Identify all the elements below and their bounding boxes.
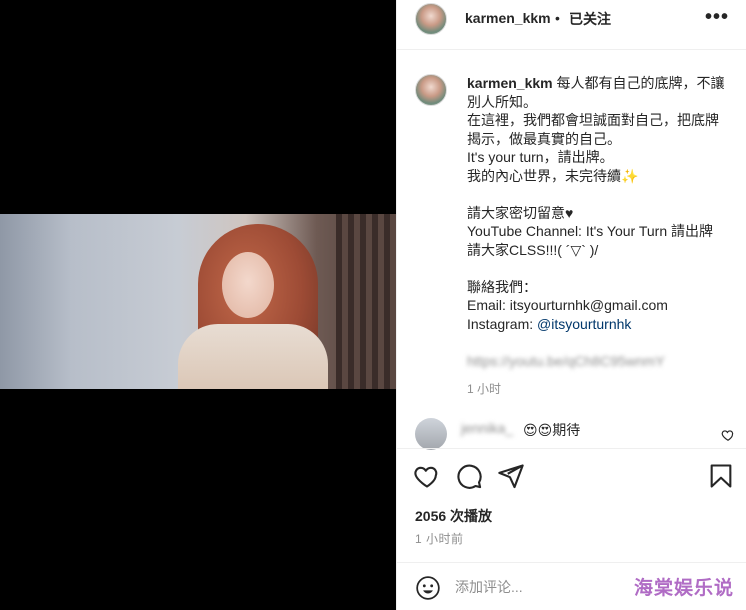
post-header: karmen_kkm • 已关注 •••: [397, 0, 746, 50]
caption-line: YouTube Channel: It's Your Turn 請出牌: [467, 223, 714, 239]
commenter-avatar[interactable]: [415, 418, 447, 450]
post-media[interactable]: [0, 0, 396, 610]
caption-text: karmen_kkm 每人都有自己的底牌，不讓 別人所知。 在這裡，我們都會坦誠…: [467, 74, 737, 399]
instagram-label: Instagram:: [467, 315, 538, 332]
comment-text: 😍😍期待: [523, 422, 581, 438]
caption-gap: [467, 185, 737, 204]
more-options-icon[interactable]: •••: [705, 6, 729, 29]
bookmark-icon[interactable]: [707, 462, 735, 490]
caption-line: 每人都有自己的底牌，不讓: [556, 75, 725, 91]
watermark: 海棠娱乐说: [633, 578, 734, 599]
portrait-body: [178, 324, 328, 389]
caption-line: 我的內心世界，未完待續✨: [467, 167, 639, 184]
commenter-username[interactable]: jennika_: [461, 420, 513, 436]
comment-input[interactable]: [455, 575, 635, 599]
separator-dot: •: [555, 10, 560, 26]
caption-line: 別人所知。: [467, 93, 537, 110]
emoji-icon[interactable]: [415, 575, 441, 601]
heart-icon[interactable]: [413, 462, 441, 490]
blurred-youtube-link[interactable]: https://youtu.be/qCh8C95wnmY: [467, 352, 737, 371]
background-wall: [336, 214, 396, 389]
action-bar: [397, 448, 746, 500]
caption-username[interactable]: karmen_kkm: [467, 75, 553, 91]
caption-time[interactable]: 1 小时: [467, 380, 737, 399]
caption-avatar[interactable]: [415, 74, 447, 106]
caption-line: 請大家CLSS!!!( ´▽` )/: [467, 241, 599, 258]
caption-gap: [467, 333, 737, 352]
caption-line: Email: itsyourturnhk@gmail.com: [467, 297, 668, 313]
portrait-face: [222, 252, 274, 318]
header-username[interactable]: karmen_kkm: [465, 10, 551, 26]
caption-line: 在這裡，我們都會坦誠面對自己，把底牌: [467, 112, 719, 128]
avatar[interactable]: [415, 3, 447, 35]
caption-line: 請大家密切留意♥: [467, 204, 574, 221]
follow-status-button[interactable]: 已关注: [569, 9, 611, 29]
comment-row: jennika_ 😍😍期待: [397, 412, 746, 450]
instagram-mention-link[interactable]: @itsyourturnhk: [537, 316, 631, 332]
share-icon[interactable]: [497, 462, 525, 490]
post-side-panel: karmen_kkm • 已关注 ••• karmen_kkm 每人都有自己的底…: [396, 0, 746, 610]
video-frame[interactable]: [0, 214, 396, 389]
view-count[interactable]: 2056 次播放: [415, 506, 492, 526]
comment-heart-icon[interactable]: [721, 428, 735, 442]
post-timestamp[interactable]: 1 小时前: [415, 530, 464, 547]
caption-line: 聯絡我們：: [467, 278, 537, 295]
caption-gap: [467, 259, 737, 278]
caption-line: 揭示，做最真實的自己。: [467, 130, 621, 147]
caption-line: It's your turn，請出牌。: [467, 149, 614, 165]
comment-icon[interactable]: [455, 462, 483, 490]
